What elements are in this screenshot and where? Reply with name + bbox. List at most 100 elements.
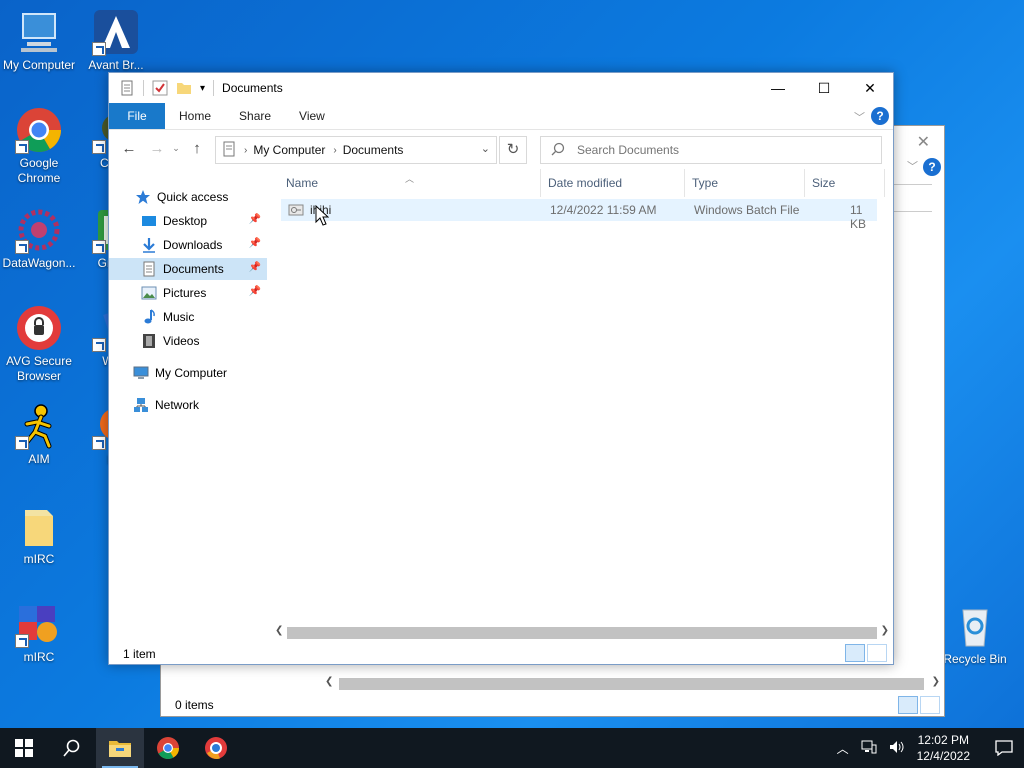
breadcrumb-my-computer[interactable]: My Computer (253, 143, 325, 157)
sidebar-item-quick-access[interactable]: Quick access (109, 186, 267, 208)
sidebar-item-my-computer[interactable]: My Computer (109, 362, 267, 384)
details-view-icon[interactable] (898, 696, 918, 714)
view-toggle[interactable] (898, 696, 940, 714)
desktop-icon-aim[interactable]: AIM (0, 402, 78, 467)
search-button[interactable] (48, 728, 96, 768)
maximize-icon[interactable]: ☐ (801, 73, 847, 103)
sidebar-item-label: Downloads (163, 238, 223, 252)
scroll-left-icon[interactable]: ❮ (275, 625, 283, 636)
tab-view[interactable]: View (285, 103, 339, 129)
properties-icon[interactable] (119, 80, 135, 96)
breadcrumb-separator-icon[interactable]: › (244, 145, 247, 156)
network-icon[interactable] (861, 740, 877, 757)
start-button[interactable] (0, 728, 48, 768)
scroll-left-icon[interactable]: ❮ (325, 676, 333, 687)
sidebar-item-label: Documents (163, 262, 224, 276)
title-bar[interactable]: ▾ Documents — ☐ ✕ (109, 73, 893, 103)
checkmark-icon[interactable] (152, 80, 168, 96)
search-icon (551, 142, 565, 159)
address-dropdown-icon[interactable]: ⌄ (481, 142, 490, 155)
avg-browser-icon (15, 304, 63, 352)
shortcut-arrow-icon (15, 634, 29, 648)
sidebar-item-network[interactable]: Network (109, 394, 267, 416)
clock-date: 12/4/2022 (916, 749, 970, 763)
volume-icon[interactable] (889, 740, 905, 757)
desktop-icon-google-chrome[interactable]: Google Chrome (0, 106, 78, 186)
pin-icon[interactable]: 📌 (249, 214, 261, 225)
desktop-icon-avant-browser[interactable]: Avant Br... (77, 8, 155, 73)
search-box-fragment[interactable] (892, 184, 932, 212)
back-arrow-icon[interactable]: ← (117, 140, 141, 157)
divider (143, 80, 144, 96)
sidebar-item-pictures[interactable]: Pictures 📌 (109, 282, 267, 304)
pin-icon[interactable]: 📌 (249, 286, 261, 297)
column-header-date-modified[interactable]: Date modified (541, 169, 685, 197)
view-toggle[interactable] (845, 644, 887, 662)
breadcrumb-separator-icon[interactable]: › (333, 145, 336, 156)
sidebar-item-desktop[interactable]: Desktop 📌 (109, 210, 267, 232)
sidebar-item-label: My Computer (155, 366, 228, 380)
chevron-down-icon[interactable]: ﹀ (907, 158, 918, 174)
column-header-type[interactable]: Type (685, 169, 805, 197)
pin-icon[interactable]: 📌 (249, 238, 261, 249)
file-list[interactable]: Name ︿ Date modified Type Size ihihi 12/… (279, 169, 895, 633)
notifications-icon[interactable] (984, 728, 1024, 768)
sidebar-item-music[interactable]: Music (109, 306, 267, 328)
scrollbar-thumb[interactable] (339, 678, 924, 690)
forward-arrow-icon[interactable]: → (145, 140, 169, 157)
desktop-icon-datawagon[interactable]: DataWagon... (0, 206, 78, 271)
sidebar-item-videos[interactable]: Videos (109, 330, 267, 352)
breadcrumb-documents[interactable]: Documents (343, 143, 404, 157)
pin-icon[interactable]: 📌 (249, 262, 261, 273)
sort-ascending-icon: ︿ (405, 174, 415, 184)
large-icons-view-icon[interactable] (920, 696, 940, 714)
file-row[interactable]: ihihi 12/4/2022 11:59 AM Windows Batch F… (281, 199, 877, 231)
mirc-icon (15, 600, 63, 648)
tab-file[interactable]: File (109, 103, 165, 129)
explorer-window[interactable]: ▾ Documents — ☐ ✕ File Home Share View ﹀… (108, 72, 894, 665)
expand-ribbon-icon[interactable]: ﹀ (854, 109, 865, 125)
taskbar-avg-browser[interactable] (192, 728, 240, 768)
shortcut-arrow-icon (15, 240, 29, 254)
taskbar-google-chrome[interactable] (144, 728, 192, 768)
sidebar-item-downloads[interactable]: Downloads 📌 (109, 234, 267, 256)
desktop-icon-mirc-folder[interactable]: mIRC (0, 502, 78, 567)
tab-share[interactable]: Share (225, 103, 285, 129)
new-folder-icon[interactable] (176, 80, 192, 96)
details-view-icon[interactable] (845, 644, 865, 662)
minimize-icon[interactable]: — (755, 73, 801, 103)
customize-toolbar-icon[interactable]: ▾ (200, 83, 205, 94)
desktop-icon-recycle-bin[interactable]: Recycle Bin (936, 602, 1014, 667)
help-icon[interactable]: ? (871, 107, 889, 125)
shortcut-arrow-icon (92, 436, 106, 450)
divider (213, 80, 215, 96)
chevron-up-icon[interactable]: ︿ (837, 740, 849, 757)
scrollbar-thumb[interactable] (287, 627, 877, 639)
close-icon[interactable]: ✕ (917, 132, 930, 152)
sidebar-item-documents[interactable]: Documents 📌 (109, 258, 267, 280)
column-header-name[interactable]: Name ︿ (279, 169, 541, 197)
horizontal-scrollbar[interactable]: ❮ ❯ (271, 625, 893, 641)
clock[interactable]: 12:02 PM 12/4/2022 (917, 732, 970, 764)
desktop-icon-my-computer[interactable]: My Computer (0, 8, 78, 73)
recent-locations-icon[interactable]: ⌄ (169, 143, 183, 154)
desktop-icon (141, 213, 157, 229)
desktop-icon-label: DataWagon... (2, 256, 76, 270)
close-icon[interactable]: ✕ (847, 73, 893, 103)
search-box[interactable] (540, 136, 882, 164)
tab-home[interactable]: Home (165, 103, 225, 129)
desktop-icon-avg-secure-browser[interactable]: AVG Secure Browser (0, 304, 78, 384)
taskbar-file-explorer[interactable] (96, 728, 144, 768)
search-input[interactable] (577, 143, 857, 157)
scroll-right-icon[interactable]: ❯ (881, 625, 889, 636)
horizontal-scrollbar[interactable]: ❮ ❯ (321, 676, 944, 692)
up-arrow-icon[interactable]: ↑ (185, 140, 209, 157)
address-bar[interactable]: › My Computer › Documents ⌄ (215, 136, 497, 164)
desktop-icon-mirc[interactable]: mIRC (0, 600, 78, 665)
shortcut-arrow-icon (92, 338, 106, 352)
refresh-button[interactable]: ↻ (499, 136, 527, 164)
scroll-right-icon[interactable]: ❯ (932, 676, 940, 687)
large-icons-view-icon[interactable] (867, 644, 887, 662)
column-header-size[interactable]: Size (805, 169, 885, 197)
help-icon[interactable]: ? (923, 158, 941, 176)
